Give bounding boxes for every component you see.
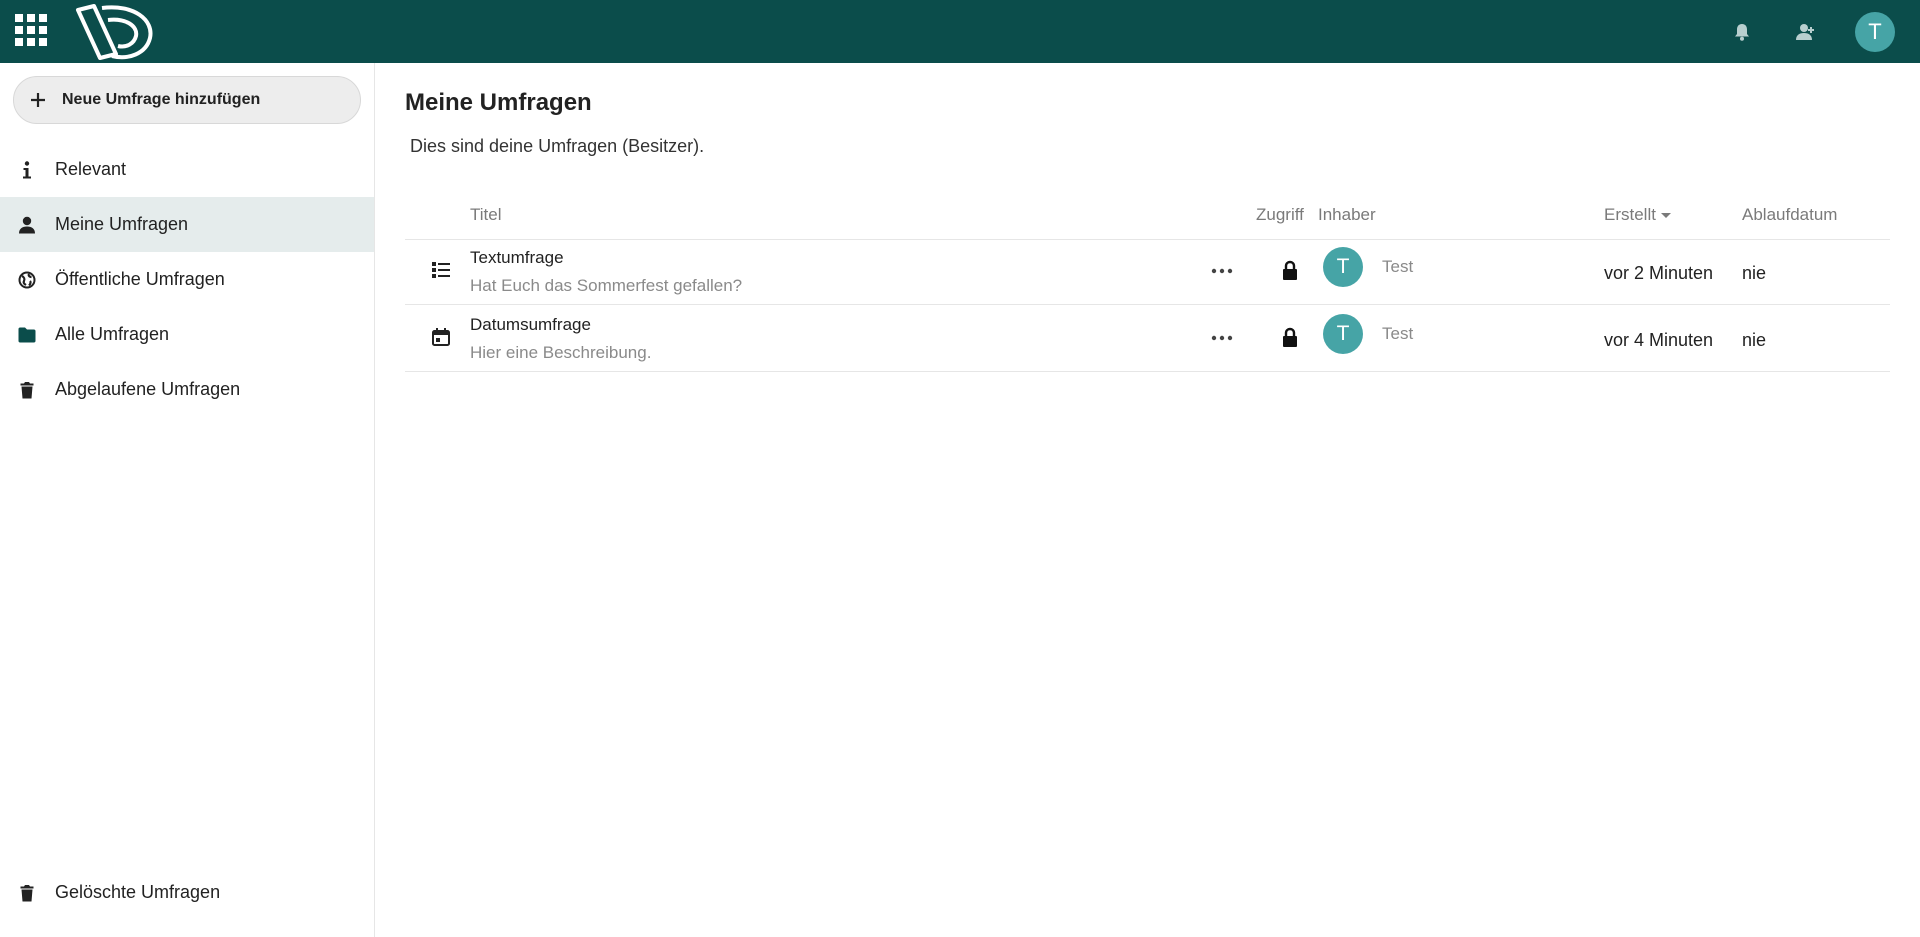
column-header-expiry[interactable]: Ablaufdatum (1742, 205, 1837, 225)
column-header-created[interactable]: Erstellt (1604, 205, 1671, 225)
owner-name: Test (1382, 324, 1414, 343)
column-header-created-label: Erstellt (1604, 205, 1656, 224)
table-header: Titel Zugriff Inhaber Erstellt Ablaufdat… (405, 191, 1890, 240)
owner-avatar[interactable]: T (1323, 247, 1363, 287)
sidebar-item-label: Öffentliche Umfragen (55, 269, 225, 289)
globe-icon (17, 270, 37, 290)
trash-icon (17, 380, 37, 400)
owner-name: Test (1382, 257, 1414, 276)
date-poll-icon (431, 327, 451, 347)
column-header-title[interactable]: Titel (470, 205, 502, 225)
sidebar-nav: Relevant Meine Umfragen Öffentliche Umfr… (0, 142, 374, 417)
folder-icon (17, 325, 37, 345)
sidebar-item-label: Meine Umfragen (55, 214, 189, 234)
sidebar-item-label: Abgelaufene Umfragen (55, 379, 241, 399)
trash-icon (17, 883, 37, 903)
sidebar-item-label: Gelöschte Umfragen (55, 882, 221, 902)
sidebar-item-label: Relevant (55, 159, 127, 179)
sidebar-item-my-polls[interactable]: Meine Umfragen (0, 197, 374, 252)
table-row[interactable]: Datumsumfrage Hier eine Beschreibung. T … (405, 305, 1890, 372)
column-header-access[interactable]: Zugriff (1256, 205, 1304, 225)
sidebar-item-label: Alle Umfragen (55, 324, 170, 344)
plus-icon (28, 90, 48, 110)
user-avatar[interactable]: T (1855, 11, 1895, 52)
expiry-date: nie (1742, 263, 1767, 283)
new-poll-label: Neue Umfrage hinzufügen (62, 91, 261, 108)
page-title: Meine Umfragen (405, 89, 592, 116)
info-icon (17, 160, 37, 180)
poll-description: Hier eine Beschreibung. (470, 343, 652, 362)
sidebar: Neue Umfrage hinzufügen Relevant Meine U… (0, 63, 375, 937)
bell-icon[interactable] (1729, 19, 1755, 45)
user-icon (17, 215, 37, 235)
polls-logo[interactable] (72, 2, 158, 60)
page-description: Dies sind deine Umfragen (Besitzer). (410, 136, 705, 156)
sidebar-footer: Gelöschte Umfragen (0, 865, 374, 920)
created-time: vor 2 Minuten (1604, 263, 1714, 283)
owner-avatar[interactable]: T (1323, 314, 1363, 354)
poll-description: Hat Euch das Sommerfest gefallen? (470, 276, 743, 295)
sidebar-item-all-polls[interactable]: Alle Umfragen (0, 307, 374, 362)
text-poll-icon (431, 260, 451, 280)
more-actions-icon[interactable] (1211, 261, 1233, 281)
lock-icon (1282, 327, 1298, 349)
created-time: vor 4 Minuten (1604, 330, 1714, 350)
poll-title[interactable]: Textumfrage (470, 248, 564, 268)
sidebar-item-expired-polls[interactable]: Abgelaufene Umfragen (0, 362, 374, 417)
sidebar-item-deleted-polls[interactable]: Gelöschte Umfragen (0, 865, 374, 920)
column-header-owner[interactable]: Inhaber (1318, 205, 1376, 225)
contacts-icon[interactable] (1792, 19, 1818, 45)
expiry-date: nie (1742, 330, 1767, 350)
top-bar: T (0, 0, 1920, 63)
apps-grid-icon[interactable] (15, 14, 47, 46)
more-actions-icon[interactable] (1211, 328, 1233, 348)
sidebar-item-public-polls[interactable]: Öffentliche Umfragen (0, 252, 374, 307)
lock-icon (1282, 260, 1298, 282)
table-row[interactable]: Textumfrage Hat Euch das Sommerfest gefa… (405, 238, 1890, 305)
new-poll-button[interactable]: Neue Umfrage hinzufügen (13, 76, 361, 124)
sort-desc-icon (1660, 213, 1671, 219)
poll-title[interactable]: Datumsumfrage (470, 315, 591, 335)
sidebar-item-relevant[interactable]: Relevant (0, 142, 374, 197)
